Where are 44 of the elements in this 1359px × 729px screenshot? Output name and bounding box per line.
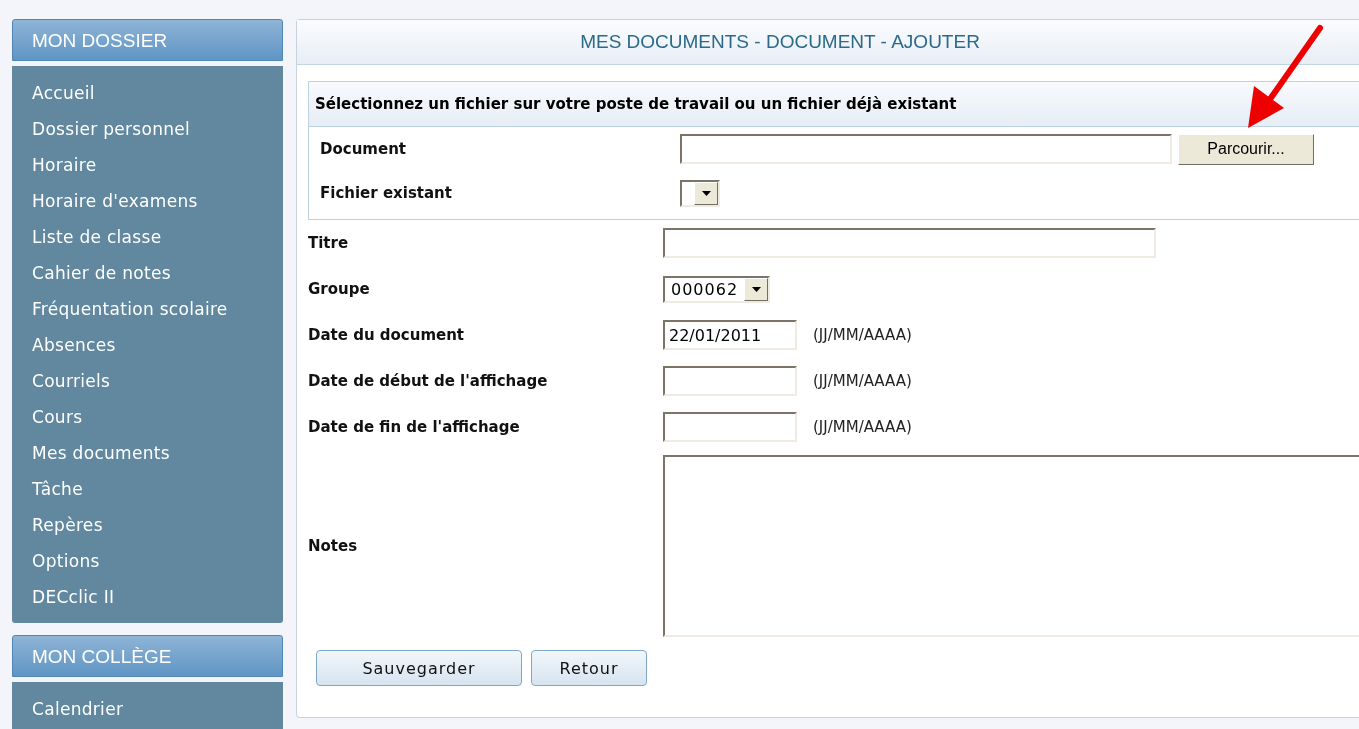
browse-button[interactable]: Parcourir...	[1178, 133, 1314, 165]
file-path-field[interactable]	[680, 134, 1172, 164]
group-dropdown[interactable]: 000062	[663, 275, 771, 303]
sidebar-item[interactable]: DECclic II	[32, 579, 283, 615]
form-button[interactable]: Retour	[531, 650, 647, 686]
field-label: Notes	[308, 537, 359, 555]
date-format-hint: (JJ/MM/AAAA)	[813, 326, 912, 344]
sidebar-item[interactable]: Calendrier	[32, 691, 283, 727]
date-format-hint: (JJ/MM/AAAA)	[813, 418, 912, 436]
sidebar-item[interactable]: Liste de classe	[32, 219, 283, 255]
field-label: Date de début de l'affichage	[308, 372, 549, 390]
field-label: Fichier existant	[320, 184, 453, 202]
sidebar-heading: MON COLLÈGE	[12, 635, 283, 677]
dropdown-arrow-icon	[751, 286, 761, 292]
sidebar-item[interactable]: Options	[32, 543, 283, 579]
sidebar-item[interactable]: Accueil	[32, 75, 283, 111]
sidebar-item[interactable]: Fréquentation scolaire	[32, 291, 283, 327]
sidebar-item[interactable]: Horaire d'examens	[32, 183, 283, 219]
dropdown-arrow-icon	[701, 190, 711, 196]
form-button[interactable]: Sauvegarder	[316, 650, 522, 686]
title-field[interactable]	[663, 228, 1156, 258]
sidebar-item[interactable]: Tâche	[32, 471, 283, 507]
sidebar-item[interactable]: Mes documents	[32, 435, 283, 471]
sidebar-item[interactable]: Courriels	[32, 363, 283, 399]
sidebar-item[interactable]: Absences	[32, 327, 283, 363]
date-field[interactable]: 22/01/2011	[663, 320, 797, 350]
dropdown[interactable]	[680, 179, 720, 207]
sidebar-heading: MON DOSSIER	[12, 19, 283, 61]
date-format-hint: (JJ/MM/AAAA)	[813, 372, 912, 390]
date-field[interactable]	[663, 412, 797, 442]
page-title: MES DOCUMENTS - DOCUMENT - AJOUTER	[297, 20, 1359, 65]
notes-field[interactable]	[663, 455, 1359, 637]
section-heading: Sélectionnez un fichier sur votre poste de travail ou un fichier déjà existant	[309, 82, 1359, 127]
field-label: Date de fin de l'affichage	[308, 418, 521, 436]
date-field[interactable]	[663, 366, 797, 396]
field-label: Document	[320, 140, 407, 158]
sidebar-item[interactable]: Dossier personnel	[32, 111, 283, 147]
sidebar-item[interactable]: Repères	[32, 507, 283, 543]
field-label: Groupe	[308, 280, 371, 298]
field-label: Titre	[308, 234, 350, 252]
field-label: Date du document	[308, 326, 466, 344]
sidebar-item[interactable]: Cahier de notes	[32, 255, 283, 291]
sidebar-item[interactable]: Horaire	[32, 147, 283, 183]
sidebar-item[interactable]: Cours	[32, 399, 283, 435]
